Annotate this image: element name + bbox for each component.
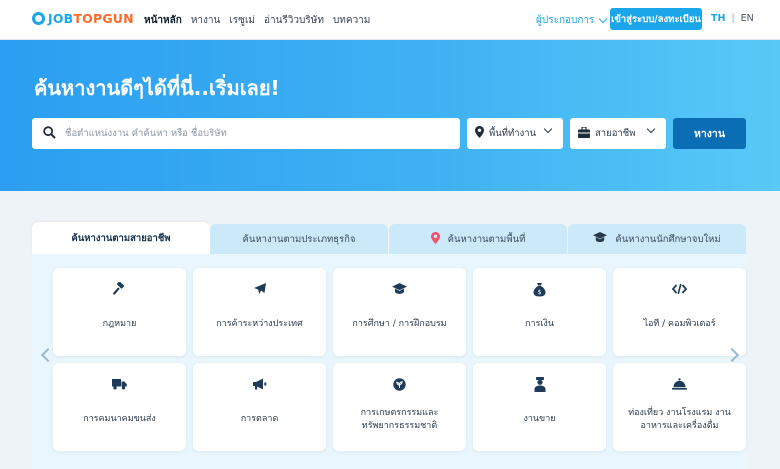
megaphone-icon [252,376,268,392]
svg-text:$: $ [538,289,542,296]
nav-articles[interactable]: บทความ [333,13,370,28]
category-label-line1: การเกษตรกรรมและ [360,408,439,418]
graduation-cap-icon [392,281,408,297]
cloche-icon [672,376,688,392]
category-label: การศึกษา / การฝึกอบรม [352,319,447,329]
chevron-down-icon [599,14,608,24]
location-pin-icon [475,126,484,141]
logo-prefix: JOB [48,11,74,26]
category-label: ท่องเที่ยว งานโรงแรม งานอาหารและเครื่องด… [617,407,742,433]
category-label: การเงิน [525,319,554,329]
nav-resume[interactable]: เรซูเม่ [229,13,255,28]
category-label: กฎหมาย [102,319,137,329]
nav-home[interactable]: หน้าหลัก [144,13,182,28]
category-card-sales[interactable]: งานขาย [473,363,606,451]
category-card-it[interactable]: ไอที / คอมพิวเตอร์ [613,268,746,356]
chevron-down-icon [543,124,553,134]
category-label-line2: ทรัพยากรธรรมชาติ [361,421,438,431]
airplane-icon [252,281,268,297]
category-label: การตลาด [240,414,279,424]
chevron-down-icon [646,124,656,134]
search-icon [43,124,56,143]
main-nav: หน้าหลัก หางาน เรซูเม่ อ่านรีวิวบริษัท บ… [144,13,370,28]
site-logo[interactable]: JOBTOPGUN [32,11,134,26]
category-label: การคมนาคมขนส่ง [83,414,156,424]
salesperson-icon [532,376,548,392]
login-register-button[interactable]: เข้าสู่ระบบ/ลงทะเบียน [610,8,702,30]
employer-menu[interactable]: ผู้ประกอบการ [536,13,608,28]
category-label-line2: อาหารและเครื่องดื่ม [640,421,719,431]
code-icon [672,281,688,297]
category-label: การค้าระหว่างประเทศ [216,319,303,329]
language-switcher: TH | EN [711,13,754,24]
job-search-input[interactable]: ชื่อตำแหน่งงาน คำค้นหา หรือ ชื่อบริษัท [32,118,460,149]
tab-label: ค้นหางานตามสายอาชีพ [71,232,171,244]
tab-by-business-type[interactable]: ค้นหางานตามประเภทธุรกิจ [210,224,388,254]
tab-by-area[interactable]: ค้นหางานตามพื้นที่ [389,224,567,254]
nav-company-reviews[interactable]: อ่านรีวิวบริษัท [264,13,324,28]
category-card-finance[interactable]: $ การเงิน [473,268,606,356]
tab-by-career[interactable]: ค้นหางานตามสายอาชีพ [32,222,210,254]
tab-label: ค้นหางานตามประเภทธุรกิจ [242,233,356,245]
category-label: งานขาย [523,414,556,424]
top-navigation-bar: JOBTOPGUN หน้าหลัก หางาน เรซูเม่ อ่านรีว… [0,0,780,40]
category-card-international-trade[interactable]: การค้าระหว่างประเทศ [193,268,326,356]
tab-new-graduates[interactable]: ค้นหางานนักศึกษาจบใหม่ [568,224,746,254]
lang-en[interactable]: EN [741,13,754,24]
category-label-line1: ท่องเที่ยว งานโรงแรม งาน [628,408,731,418]
tab-label: ค้นหางานตามพื้นที่ [447,233,526,245]
career-select[interactable]: สายอาชีพ [570,118,666,149]
category-tabs: ค้นหางานตามสายอาชีพ ค้นหางานตามประเภทธุร… [32,222,746,254]
truck-icon [112,376,128,392]
category-card-tourism-hotel-food[interactable]: ท่องเที่ยว งานโรงแรม งานอาหารและเครื่องด… [613,363,746,451]
briefcase-icon [578,125,590,141]
lang-separator: | [731,13,735,24]
hero-banner: ค้นหางานดีๆได้ที่นี่..เริ่มเลย! ชื่อตำแห… [0,40,780,191]
category-card-agriculture[interactable]: การเกษตรกรรมและทรัพยากรธรรมชาติ [333,363,466,451]
graduation-cap-icon [593,232,608,246]
tab-label: ค้นหางานนักศึกษาจบใหม่ [615,233,721,245]
leaf-icon [392,376,408,392]
nav-find-jobs[interactable]: หางาน [191,13,221,28]
search-jobs-button[interactable]: หางาน [673,118,746,149]
category-card-marketing[interactable]: การตลาด [193,363,326,451]
work-area-label: พื้นที่ทำงาน [489,128,537,139]
career-label: สายอาชีพ [595,128,636,139]
category-label: ไอที / คอมพิวเตอร์ [643,319,716,329]
category-card-law[interactable]: กฎหมาย [53,268,186,356]
search-placeholder: ชื่อตำแหน่งงาน คำค้นหา หรือ ชื่อบริษัท [65,128,227,139]
logo-mark-icon [32,12,45,25]
location-pin-icon [430,231,440,247]
category-label: การเกษตรกรรมและทรัพยากรธรรมชาติ [337,407,462,433]
gavel-icon [112,281,128,297]
work-area-select[interactable]: พื้นที่ทำงาน [467,118,563,149]
category-card-transport[interactable]: การคมนาคมขนส่ง [53,363,186,451]
hero-title: ค้นหางานดีๆได้ที่นี่..เริ่มเลย! [34,76,280,100]
employer-label: ผู้ประกอบการ [536,15,595,26]
category-card-education[interactable]: การศึกษา / การฝึกอบรม [333,268,466,356]
logo-suffix: TOPGUN [73,11,134,26]
money-bag-icon: $ [532,281,548,297]
lang-th[interactable]: TH [711,13,725,24]
